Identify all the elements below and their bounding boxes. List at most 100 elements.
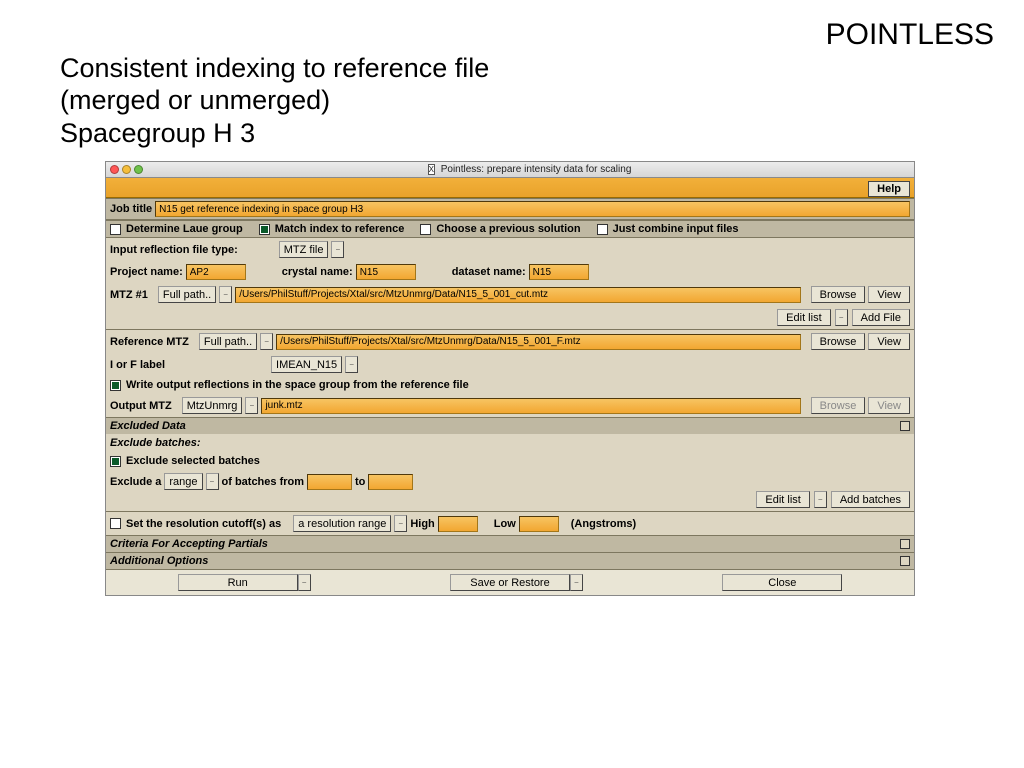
- edit-list-button[interactable]: Edit list: [777, 309, 830, 326]
- combine-checkbox[interactable]: [597, 224, 608, 235]
- browse-button[interactable]: Browse: [811, 333, 866, 350]
- low-input[interactable]: [519, 516, 559, 532]
- match-checkbox[interactable]: [259, 224, 270, 235]
- collapse-icon[interactable]: [900, 556, 910, 566]
- output-row: Output MTZ MtzUnmrg – Browse View: [106, 394, 914, 417]
- ref-mtz-row: Reference MTZ Full path.. – Browse View: [106, 329, 914, 353]
- filetype-row: Input reflection file type: MTZ file –: [106, 238, 914, 261]
- titlebar[interactable]: X Pointless: prepare intensity data for …: [106, 162, 914, 178]
- window-title-text: Pointless: prepare intensity data for sc…: [441, 164, 632, 175]
- subtitle-line-1: Consistent indexing to reference file: [60, 53, 489, 83]
- project-row: Project name: crystal name: dataset name…: [106, 261, 914, 283]
- mtz1-label: MTZ #1: [110, 289, 148, 301]
- x-marker-icon: X: [428, 164, 435, 175]
- write-sg-row: Write output reflections in the space gr…: [106, 376, 914, 394]
- low-label: Low: [494, 518, 516, 530]
- resolution-mode-select[interactable]: a resolution range: [293, 515, 391, 532]
- collapse-icon[interactable]: [900, 421, 910, 431]
- chevron-down-icon[interactable]: –: [570, 574, 583, 591]
- editlist-row-files: Edit list – Add File: [106, 306, 914, 329]
- ref-path-input[interactable]: [276, 334, 800, 350]
- save-restore-button[interactable]: Save or Restore: [450, 574, 570, 591]
- high-label: High: [410, 518, 434, 530]
- to-label: to: [355, 476, 365, 488]
- run-button[interactable]: Run: [178, 574, 298, 591]
- output-base-select[interactable]: MtzUnmrg: [182, 397, 243, 414]
- job-title-row: Job title: [106, 198, 914, 220]
- iorf-label: I or F label: [110, 359, 165, 371]
- mtz1-path-input[interactable]: [235, 287, 800, 303]
- laue-checkbox[interactable]: [110, 224, 121, 235]
- combine-label: Just combine input files: [613, 223, 739, 235]
- view-button[interactable]: View: [868, 397, 910, 414]
- project-input[interactable]: [186, 264, 246, 280]
- window-controls[interactable]: [110, 165, 143, 174]
- chevron-down-icon[interactable]: –: [345, 356, 358, 373]
- excluded-data-label: Excluded Data: [110, 420, 186, 432]
- batch-to-input[interactable]: [368, 474, 413, 490]
- add-file-button[interactable]: Add File: [852, 309, 910, 326]
- range-select[interactable]: range: [164, 473, 202, 490]
- iorf-row: I or F label IMEAN_N15 –: [106, 353, 914, 376]
- dataset-input[interactable]: [529, 264, 589, 280]
- output-label: Output MTZ: [110, 400, 172, 412]
- slide-title: POINTLESS: [0, 0, 1024, 52]
- exclude-selected-label: Exclude selected batches: [126, 455, 260, 467]
- choose-label: Choose a previous solution: [436, 223, 580, 235]
- crystal-input[interactable]: [356, 264, 416, 280]
- filetype-select[interactable]: MTZ file: [279, 241, 329, 258]
- resolution-label: Set the resolution cutoff(s) as: [126, 518, 281, 530]
- zoom-icon[interactable]: [134, 165, 143, 174]
- resolution-checkbox[interactable]: [110, 518, 121, 529]
- add-batches-button[interactable]: Add batches: [831, 491, 910, 508]
- partials-header: Criteria For Accepting Partials: [106, 535, 914, 552]
- match-label: Match index to reference: [275, 223, 405, 235]
- close-icon[interactable]: [110, 165, 119, 174]
- dataset-label: dataset name:: [452, 266, 526, 278]
- slide-subtitle: Consistent indexing to reference file (m…: [60, 52, 1024, 149]
- chevron-down-icon[interactable]: –: [394, 515, 407, 532]
- subtitle-line-2: (merged or unmerged): [60, 85, 330, 115]
- chevron-down-icon[interactable]: –: [260, 333, 273, 350]
- mtz1-pathmode-select[interactable]: Full path..: [158, 286, 216, 303]
- chevron-down-icon[interactable]: –: [331, 241, 344, 258]
- edit-list-button[interactable]: Edit list: [756, 491, 809, 508]
- ref-pathmode-select[interactable]: Full path..: [199, 333, 257, 350]
- write-sg-label: Write output reflections in the space gr…: [126, 379, 469, 391]
- chevron-down-icon[interactable]: –: [219, 286, 232, 303]
- batch-from-input[interactable]: [307, 474, 352, 490]
- close-button[interactable]: Close: [722, 574, 842, 591]
- units-label: (Angstroms): [571, 518, 636, 530]
- additional-label: Additional Options: [110, 555, 208, 567]
- choose-checkbox[interactable]: [420, 224, 431, 235]
- view-button[interactable]: View: [868, 286, 910, 303]
- resolution-row: Set the resolution cutoff(s) as a resolu…: [106, 511, 914, 535]
- high-input[interactable]: [438, 516, 478, 532]
- output-file-input[interactable]: [261, 398, 800, 414]
- browse-button[interactable]: Browse: [811, 286, 866, 303]
- mode-row: Determine Laue group Match index to refe…: [106, 220, 914, 238]
- help-button[interactable]: Help: [868, 181, 910, 197]
- job-title-input[interactable]: [155, 201, 910, 217]
- partials-label: Criteria For Accepting Partials: [110, 538, 268, 550]
- excluded-data-header: Excluded Data: [106, 417, 914, 434]
- chevron-down-icon[interactable]: –: [298, 574, 311, 591]
- mtz1-row: MTZ #1 Full path.. – Browse View: [106, 283, 914, 306]
- collapse-icon[interactable]: [900, 539, 910, 549]
- iorf-select[interactable]: IMEAN_N15: [271, 356, 342, 373]
- crystal-label: crystal name:: [282, 266, 353, 278]
- exclude-selected-checkbox[interactable]: [110, 456, 121, 467]
- app-window: X Pointless: prepare intensity data for …: [105, 161, 915, 596]
- chevron-down-icon[interactable]: –: [814, 491, 827, 508]
- job-title-label: Job title: [110, 203, 152, 215]
- exclude-a-label: Exclude a: [110, 476, 161, 488]
- minimize-icon[interactable]: [122, 165, 131, 174]
- write-sg-checkbox[interactable]: [110, 380, 121, 391]
- chevron-down-icon[interactable]: –: [835, 309, 848, 326]
- chevron-down-icon[interactable]: –: [206, 473, 219, 490]
- footer: Run – Save or Restore – Close: [106, 569, 914, 595]
- chevron-down-icon[interactable]: –: [245, 397, 258, 414]
- subtitle-line-3: Spacegroup H 3: [60, 118, 255, 148]
- view-button[interactable]: View: [868, 333, 910, 350]
- browse-button[interactable]: Browse: [811, 397, 866, 414]
